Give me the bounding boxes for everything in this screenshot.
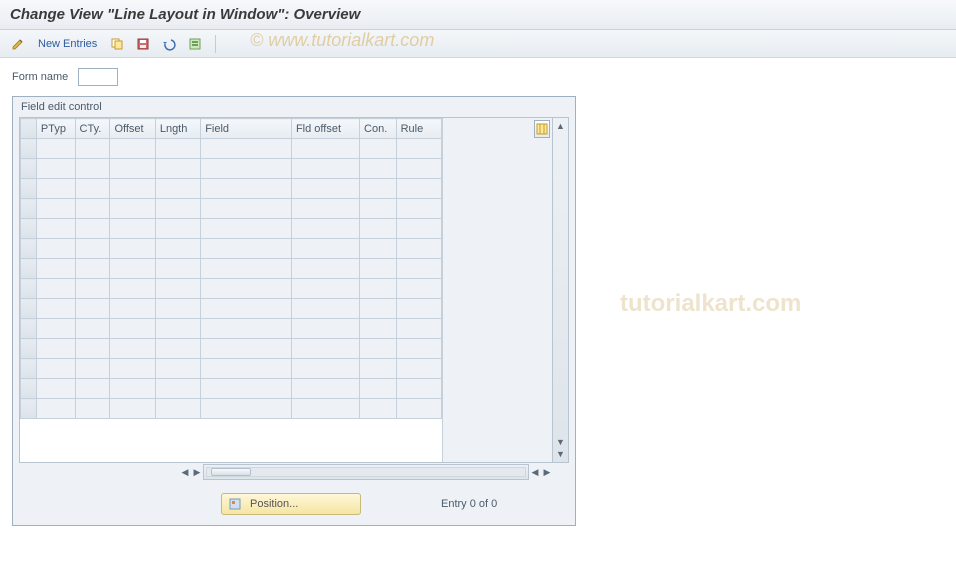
table-row[interactable]	[21, 179, 442, 199]
new-entries-button[interactable]: New Entries	[34, 38, 101, 50]
table-row[interactable]	[21, 139, 442, 159]
col-lngth[interactable]: Lngth	[155, 119, 200, 139]
scroll-down2-icon[interactable]: ▼	[555, 448, 567, 460]
table-row[interactable]	[21, 399, 442, 419]
scroll-left-end-icon[interactable]: ◀	[529, 466, 541, 478]
table-row[interactable]	[21, 199, 442, 219]
horizontal-scroll-row: ◀ ▶ ◀ ▶	[19, 463, 569, 481]
scroll-left-inner-icon[interactable]: ◀	[179, 466, 191, 478]
table-row[interactable]	[21, 319, 442, 339]
col-selector[interactable]	[21, 119, 37, 139]
toolbar: New Entries	[0, 30, 956, 58]
panel-title: Field edit control	[13, 97, 575, 117]
col-offset[interactable]: Offset	[110, 119, 155, 139]
table-row[interactable]	[21, 279, 442, 299]
table-row[interactable]	[21, 259, 442, 279]
grid-main: PTyp CTy. Offset Lngth Field Fld offset …	[20, 118, 442, 462]
grid-table[interactable]: PTyp CTy. Offset Lngth Field Fld offset …	[20, 118, 442, 419]
grid-wrap: PTyp CTy. Offset Lngth Field Fld offset …	[13, 117, 575, 481]
grid-area: PTyp CTy. Offset Lngth Field Fld offset …	[19, 117, 569, 463]
position-button[interactable]: Position...	[221, 493, 361, 515]
grid-body	[21, 139, 442, 419]
copy-icon[interactable]	[107, 34, 127, 54]
vertical-scrollbar[interactable]: ▲ ▼ ▼	[552, 118, 568, 462]
form-name-input[interactable]	[78, 68, 118, 86]
col-cty[interactable]: CTy.	[75, 119, 110, 139]
change-icon[interactable]	[8, 34, 28, 54]
scroll-up-icon[interactable]: ▲	[555, 120, 567, 132]
position-button-label: Position...	[250, 498, 298, 510]
table-settings-icon[interactable]	[534, 120, 550, 138]
table-row[interactable]	[21, 219, 442, 239]
table-row[interactable]	[21, 159, 442, 179]
table-row[interactable]	[21, 239, 442, 259]
col-con[interactable]: Con.	[360, 119, 397, 139]
form-name-row: Form name	[12, 68, 944, 86]
content-area: Form name Field edit control PTyp CTy. O…	[0, 58, 956, 536]
select-all-icon[interactable]	[185, 34, 205, 54]
col-fld-offset[interactable]: Fld offset	[291, 119, 359, 139]
scroll-right-inner-icon[interactable]: ▶	[191, 466, 203, 478]
form-name-label: Form name	[12, 71, 68, 83]
toolbar-separator	[215, 35, 216, 53]
table-row[interactable]	[21, 359, 442, 379]
page-title: Change View "Line Layout in Window": Ove…	[0, 0, 956, 30]
panel-footer: Position... Entry 0 of 0	[13, 481, 575, 525]
save-icon[interactable]	[133, 34, 153, 54]
scroll-down-icon[interactable]: ▼	[555, 436, 567, 448]
table-row[interactable]	[21, 379, 442, 399]
horizontal-scrollbar[interactable]	[203, 464, 529, 480]
table-row[interactable]	[21, 299, 442, 319]
col-rule[interactable]: Rule	[396, 119, 441, 139]
col-field[interactable]: Field	[201, 119, 292, 139]
table-row[interactable]	[21, 339, 442, 359]
position-icon	[228, 497, 242, 511]
col-ptyp[interactable]: PTyp	[36, 119, 75, 139]
undo-icon[interactable]	[159, 34, 179, 54]
field-edit-panel: Field edit control PTyp CTy. Offset Lngt…	[12, 96, 576, 526]
grid-gap	[442, 118, 552, 462]
scroll-right-end-icon[interactable]: ▶	[541, 466, 553, 478]
entry-count-text: Entry 0 of 0	[441, 498, 497, 510]
